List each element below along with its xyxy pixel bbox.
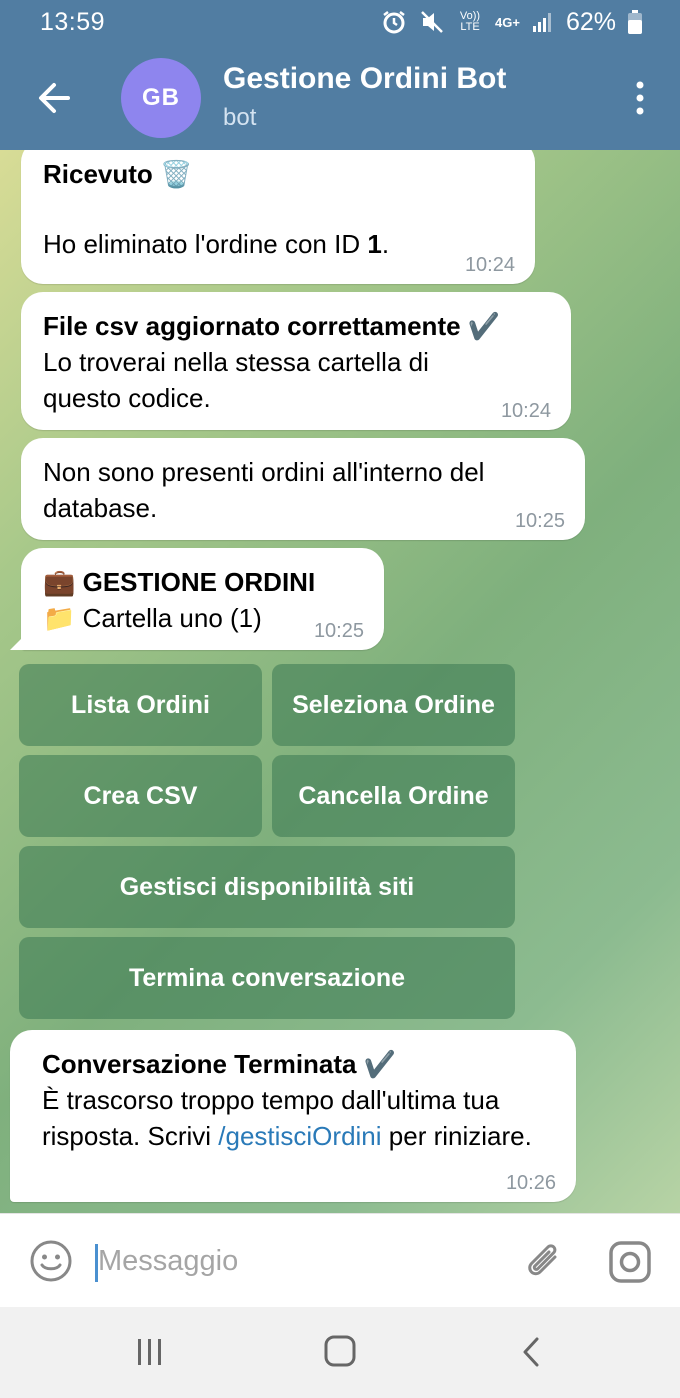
chat-subtitle: bot (223, 104, 257, 131)
more-options-icon[interactable] (634, 80, 646, 116)
chat-header: GB Gestione Ordini Bot bot (0, 44, 680, 150)
keyboard-button-gestisci-disponibilita[interactable]: Gestisci disponibilità siti (19, 846, 515, 928)
message-title: 💼 GESTIONE ORDINI (43, 567, 316, 597)
battery-percent: 62% (565, 7, 616, 36)
emoji-icon[interactable] (28, 1238, 74, 1284)
message-time: 10:24 (464, 254, 515, 276)
message-title: Ricevuto 🗑️ (43, 159, 193, 189)
chat-area[interactable]: Ricevuto 🗑️ Ho eliminato l'ordine con ID… (0, 150, 680, 1213)
data-4g-icon: 4G+ (495, 14, 520, 30)
bubble-tail (10, 632, 28, 650)
message-text: Non sono presenti ordini all'interno del… (43, 457, 485, 523)
recent-apps-icon[interactable] (130, 1335, 170, 1369)
message-bubble[interactable]: Non sono presenti ordini all'interno del… (21, 438, 585, 540)
alarm-icon (381, 9, 407, 35)
signal-icon (532, 11, 554, 33)
keyboard-button-seleziona-ordine[interactable]: Seleziona Ordine (272, 664, 515, 746)
message-bubble[interactable]: Conversazione Terminata ✔️ È trascorso t… (10, 1030, 576, 1202)
message-title: Conversazione Terminata ✔️ (42, 1049, 397, 1079)
status-icons: Vo)) LTE 4G+ 62% (381, 8, 642, 37)
status-time: 13:59 (40, 7, 106, 36)
message-time: 10:25 (313, 620, 364, 642)
message-time: 10:25 (514, 510, 565, 532)
message-input-bar (0, 1213, 680, 1307)
message-time: 10:24 (500, 400, 551, 422)
mute-icon (419, 9, 445, 35)
status-bar: 13:59 Vo)) LTE 4G+ 62% (0, 0, 680, 44)
battery-icon (628, 10, 642, 34)
message-input[interactable] (98, 1236, 498, 1286)
message-text: Ho eliminato l'ordine con ID 1. (43, 229, 390, 259)
attach-icon[interactable] (520, 1238, 566, 1284)
chat-title[interactable]: Gestione Ordini Bot (223, 62, 506, 96)
back-arrow-icon[interactable] (34, 78, 74, 118)
keyboard-button-lista-ordini[interactable]: Lista Ordini (19, 664, 262, 746)
message-bubble[interactable]: Ricevuto 🗑️ Ho eliminato l'ordine con ID… (21, 150, 535, 284)
message-bubble[interactable]: 💼 GESTIONE ORDINI 📁 Cartella uno (1) 10:… (21, 548, 384, 650)
message-title: File csv aggiornato correttamente ✔️ (43, 311, 501, 341)
system-navigation-bar (0, 1307, 680, 1398)
volte-icon: Vo)) LTE (459, 10, 481, 33)
message-time: 10:26 (505, 1172, 556, 1194)
avatar[interactable]: GB (121, 58, 201, 138)
keyboard-button-termina-conversazione[interactable]: Termina conversazione (19, 937, 515, 1019)
message-text: Lo troverai nella stessa cartella di que… (43, 347, 429, 413)
back-icon[interactable] (512, 1335, 552, 1369)
camera-icon[interactable] (606, 1238, 654, 1286)
keyboard-button-crea-csv[interactable]: Crea CSV (19, 755, 262, 837)
home-icon[interactable] (320, 1335, 360, 1369)
command-link[interactable]: /gestisciOrdini (218, 1121, 381, 1151)
message-bubble[interactable]: File csv aggiornato correttamente ✔️ Lo … (21, 292, 571, 430)
message-text: È trascorso troppo tempo dall'ultima tua… (42, 1085, 532, 1151)
keyboard-button-cancella-ordine[interactable]: Cancella Ordine (272, 755, 515, 837)
